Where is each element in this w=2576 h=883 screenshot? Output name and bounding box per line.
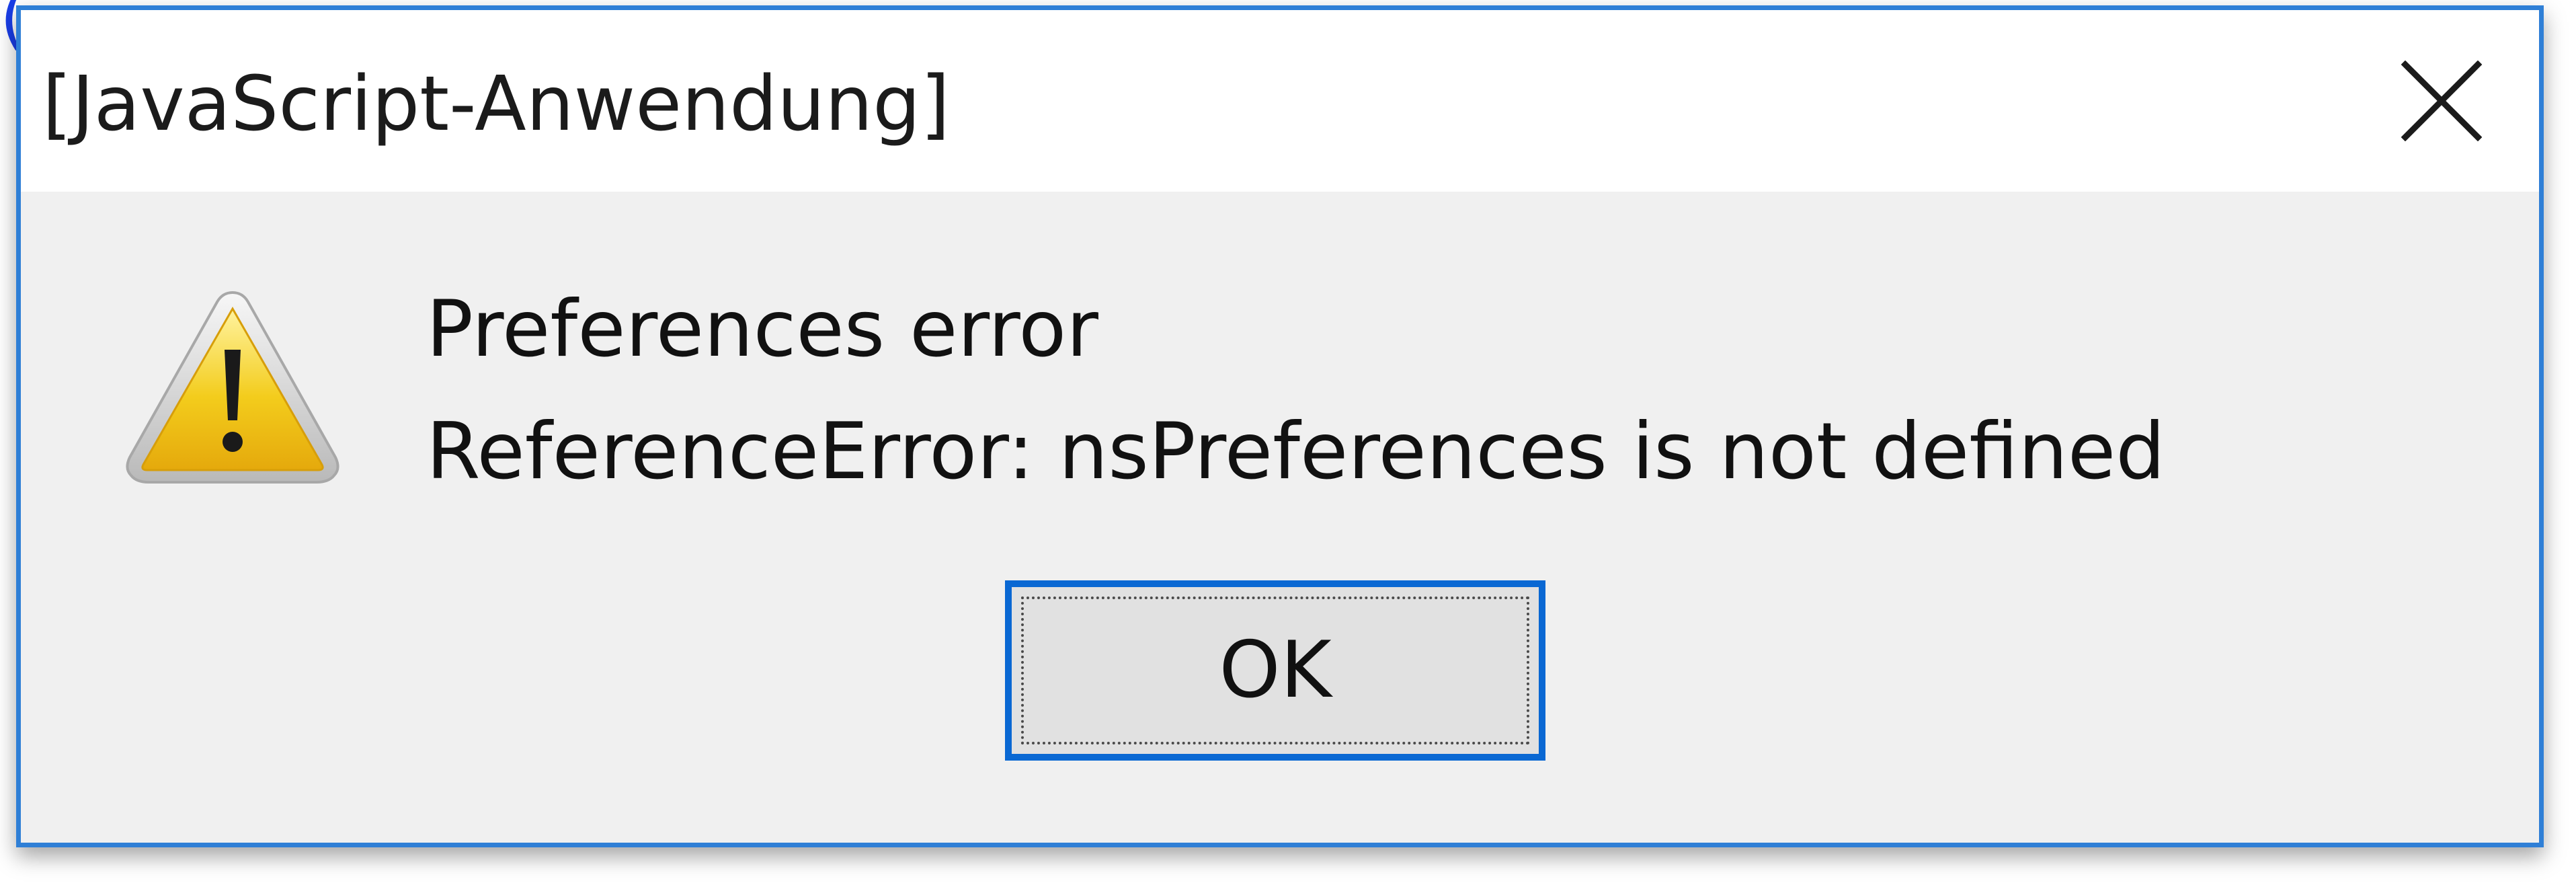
ok-button[interactable]: OK (1005, 580, 1545, 761)
alert-dialog: [JavaScript-Anwendung] Preferences error… (16, 5, 2544, 847)
dialog-content: Preferences error ReferenceError: nsPref… (21, 192, 2539, 843)
warning-icon (126, 291, 339, 484)
message-detail: ReferenceError: nsPreferences is not def… (426, 406, 2165, 497)
dialog-title: [JavaScript-Anwendung] (42, 61, 951, 148)
message-heading: Preferences error (426, 284, 1098, 375)
close-icon (2401, 61, 2482, 141)
dialog-titlebar: [JavaScript-Anwendung] (21, 10, 2539, 192)
close-button[interactable] (2391, 50, 2492, 151)
ok-button-label: OK (1219, 625, 1332, 716)
